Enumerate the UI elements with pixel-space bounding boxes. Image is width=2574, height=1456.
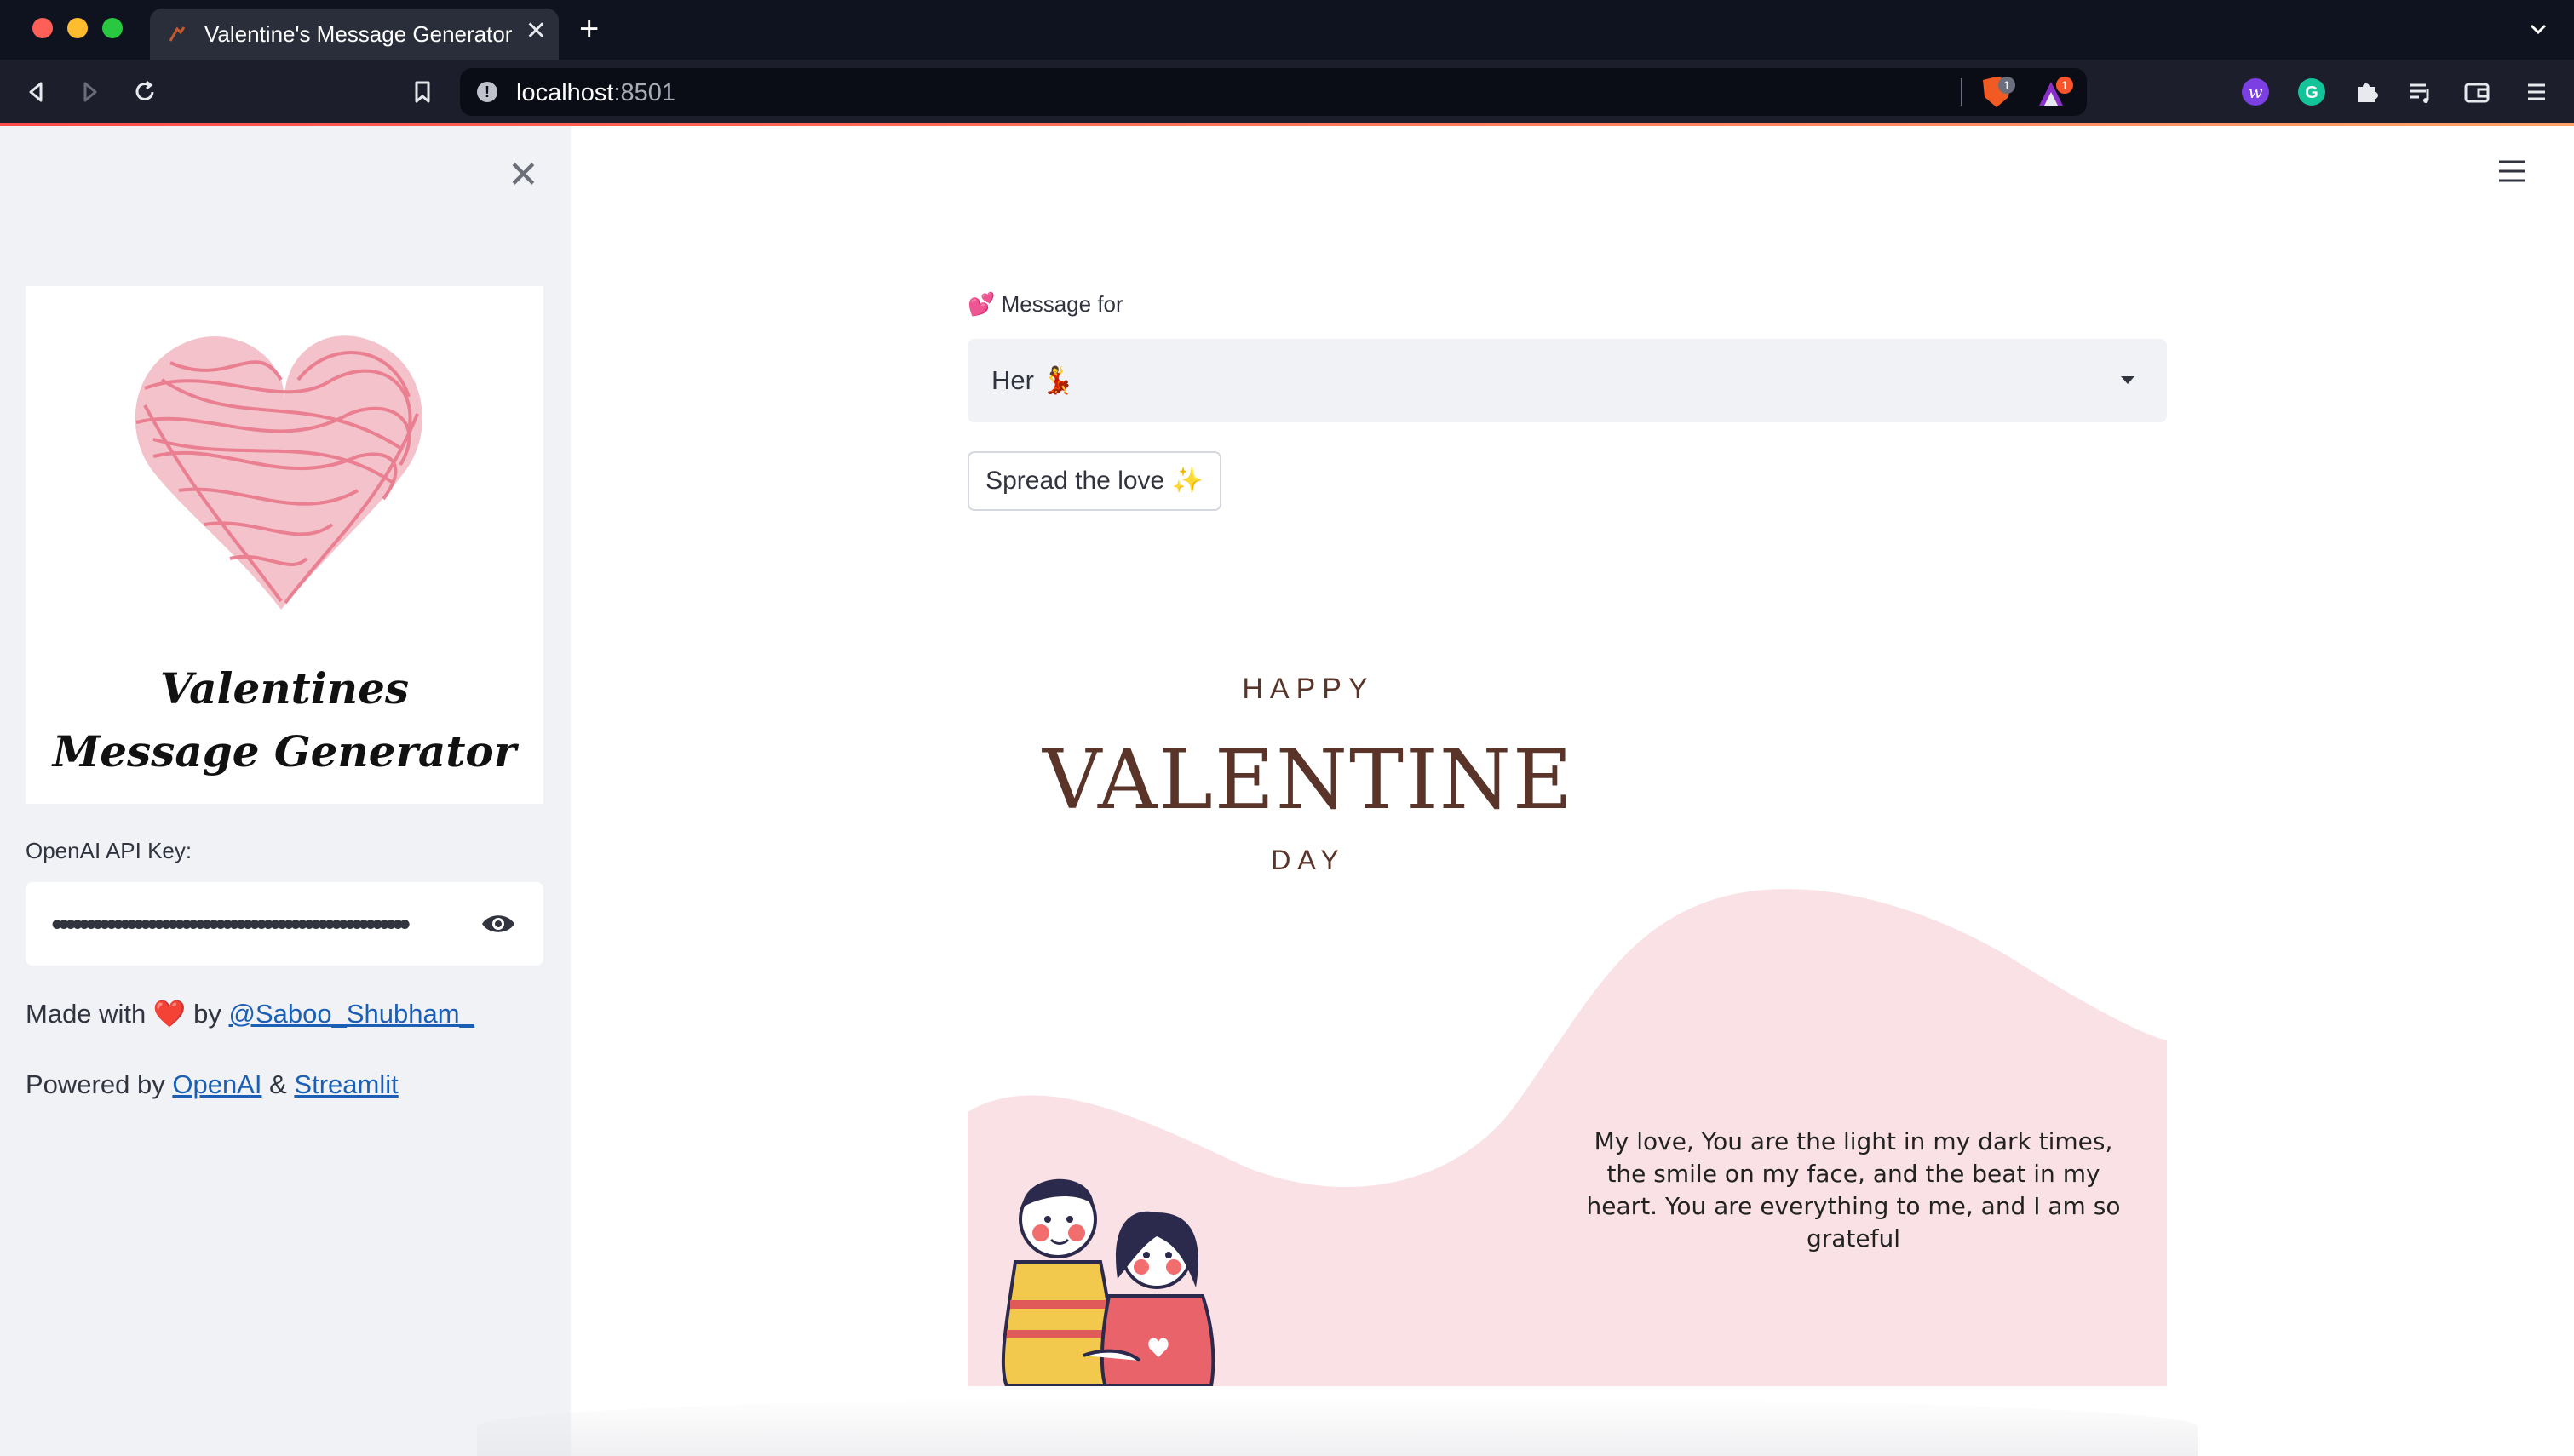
message-for-selected-value[interactable]: Her 💃 <box>991 364 1074 396</box>
window-close-button[interactable] <box>32 18 53 38</box>
api-key-value[interactable]: ••••••••••••••••••••••••••••••••••••••••… <box>51 904 460 945</box>
app-logo-image: Valentines Message Generator <box>26 286 543 804</box>
grammarly-icon[interactable]: G <box>2296 77 2327 107</box>
sidebar: ✕ Valentines Message Generator OpenAI AP… <box>0 126 571 1456</box>
made-with-text: Made with ❤️ by @Saboo_Shubham_ <box>26 999 474 1029</box>
svg-text:1: 1 <box>2003 78 2010 92</box>
logo-title: Valentines Message Generator <box>52 663 517 777</box>
wallet-icon[interactable] <box>2462 77 2492 107</box>
back-icon[interactable] <box>19 75 53 109</box>
browser-tab[interactable]: Valentine's Message Generator ✕ <box>150 9 559 60</box>
heart-emoji-icon: ❤️ <box>152 999 187 1029</box>
forward-icon[interactable] <box>73 75 107 109</box>
browser-toolbar: ! localhost:8501 1 1 w G <box>0 60 2574 124</box>
powered-by-text: Powered by OpenAI & Streamlit <box>26 1069 399 1099</box>
bookmark-icon[interactable] <box>405 75 440 109</box>
card-valentine-text: VALENTINE <box>1043 732 1574 828</box>
wallet-extension-w-icon[interactable]: w <box>2240 77 2271 107</box>
main-menu-hamburger-icon[interactable] <box>2497 158 2526 184</box>
valentine-card-image: HAPPY VALENTINE DAY My love, You are the… <box>968 615 2167 1386</box>
playlist-icon[interactable] <box>2405 77 2436 107</box>
site-info-icon[interactable]: ! <box>477 82 497 102</box>
window-zoom-button[interactable] <box>102 18 123 38</box>
browser-tab-bar: Valentine's Message Generator ✕ + <box>0 0 2574 60</box>
tab-favicon-icon <box>169 26 186 42</box>
couple-illustration-icon <box>1001 1178 1215 1386</box>
svg-text:w: w <box>2248 82 2262 102</box>
card-day-text: DAY <box>1271 845 1346 875</box>
window-minimize-button[interactable] <box>67 18 88 38</box>
streamlit-link[interactable]: Streamlit <box>294 1069 398 1099</box>
extensions-puzzle-icon[interactable] <box>2351 77 2382 107</box>
show-password-eye-icon[interactable] <box>480 908 516 940</box>
sidebar-close-icon[interactable]: ✕ <box>508 157 539 194</box>
new-tab-button[interactable]: + <box>579 12 599 46</box>
author-twitter-link[interactable]: @Saboo_Shubham_ <box>229 999 474 1029</box>
tab-title: Valentine's Message Generator <box>204 21 513 47</box>
address-bar[interactable]: ! localhost:8501 1 1 <box>460 68 2087 116</box>
brave-rewards-icon[interactable]: 1 <box>2036 75 2073 109</box>
generated-message-text: My love, You are the light in my dark ti… <box>1586 1127 2121 1253</box>
openai-link[interactable]: OpenAI <box>172 1069 261 1099</box>
api-key-label: OpenAI API Key: <box>26 838 192 863</box>
bottom-shadow <box>477 1396 2198 1456</box>
browser-menu-icon[interactable] <box>2521 77 2552 107</box>
svg-text:1: 1 <box>2061 78 2068 92</box>
spread-the-love-button[interactable]: Spread the love ✨ <box>968 451 1221 511</box>
message-for-select[interactable]: Her 💃 <box>968 339 2167 422</box>
message-for-label: 💕 Message for <box>968 291 1123 317</box>
card-happy-text: HAPPY <box>1242 673 1375 705</box>
tab-close-icon[interactable]: ✕ <box>526 19 547 44</box>
svg-text:G: G <box>2305 83 2318 102</box>
address-bar-divider <box>1961 78 1962 106</box>
brave-shields-icon[interactable]: 1 <box>1978 75 2015 109</box>
tab-list-chevron-icon[interactable] <box>2523 14 2554 44</box>
url-text[interactable]: localhost:8501 <box>516 79 675 107</box>
reload-icon[interactable] <box>128 75 162 109</box>
select-caret-icon[interactable] <box>2121 376 2134 384</box>
api-key-input[interactable]: ••••••••••••••••••••••••••••••••••••••••… <box>26 882 543 966</box>
